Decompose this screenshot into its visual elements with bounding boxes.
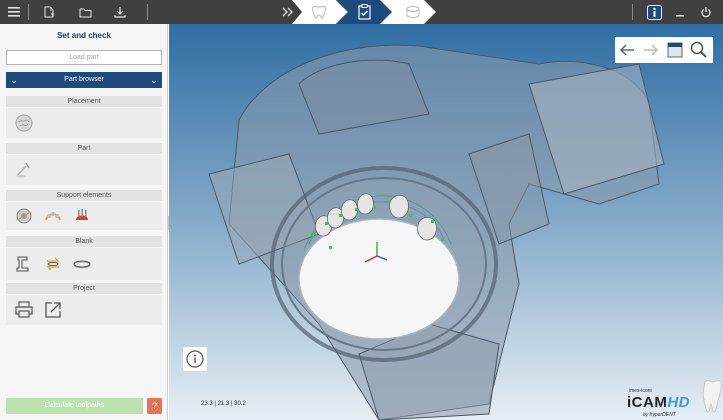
part-icon[interactable] — [14, 160, 34, 180]
toolbar-divider — [632, 4, 633, 20]
3d-viewport[interactable]: 23.3 | 21.3 | 30.2 imes-icore iCAMHD by … — [169, 24, 723, 420]
view-mode-icon[interactable] — [665, 40, 685, 60]
step-blank[interactable] — [380, 0, 436, 24]
swap-blank-icon[interactable] — [43, 254, 63, 274]
machine-icon[interactable] — [14, 254, 34, 274]
support-connector-icon[interactable] — [14, 206, 34, 226]
section-support-header: Support elements — [6, 190, 162, 201]
download-icon[interactable] — [112, 4, 128, 20]
calculate-toolpaths-button[interactable]: Calculate toolpaths — [6, 398, 143, 414]
brand-logo: imes-icore iCAMHD by hyperDENT — [619, 376, 723, 420]
export-icon[interactable] — [43, 300, 63, 320]
info-button[interactable] — [183, 347, 207, 371]
blank-model-render — [208, 44, 665, 420]
section-blank-header: Blank — [6, 236, 162, 247]
menu-icon[interactable] — [6, 4, 22, 20]
section-part-header: Part — [6, 143, 162, 154]
power-icon[interactable] — [698, 4, 714, 20]
section-part — [6, 155, 162, 185]
set-and-check-panel: Set and check Load part ⌄ Part browser ⌄… — [0, 24, 168, 420]
section-project — [6, 295, 162, 325]
print-icon[interactable] — [14, 300, 34, 320]
blank-disc-icon[interactable] — [72, 254, 92, 274]
section-project-header: Project — [6, 283, 162, 294]
minimize-icon[interactable] — [672, 4, 688, 20]
zoom-icon[interactable] — [689, 40, 709, 60]
support-bar-icon[interactable] — [43, 206, 63, 226]
chevron-down-icon: ⌄ — [150, 75, 158, 85]
open-folder-icon[interactable] — [77, 4, 93, 20]
section-placement-header: Placement — [6, 96, 162, 107]
toolbar-divider — [147, 4, 148, 20]
tooth-logo-icon — [702, 380, 722, 413]
arrow-right-icon[interactable] — [641, 40, 661, 60]
part-browser-label: Part browser — [64, 76, 104, 83]
help-button[interactable]: ? — [147, 398, 162, 414]
top-toolbar — [0, 0, 723, 24]
section-placement — [6, 108, 162, 138]
section-support — [6, 202, 162, 230]
support-pin-icon[interactable] — [72, 206, 92, 226]
part-browser-dropdown[interactable]: ⌄ Part browser ⌄ — [6, 72, 162, 88]
placement-icon[interactable] — [14, 113, 34, 133]
section-blank — [6, 248, 162, 280]
panel-title: Set and check — [57, 31, 111, 40]
brand-byline: by hyperDENT — [643, 412, 676, 418]
new-file-icon[interactable] — [41, 4, 57, 20]
view-toolbar — [615, 37, 713, 63]
info-icon[interactable] — [646, 4, 662, 20]
brand-name: iCAMHD — [627, 394, 690, 411]
chevron-down-icon: ⌄ — [10, 75, 18, 85]
load-part-button[interactable]: Load part — [6, 50, 162, 65]
toolbar-divider — [28, 4, 29, 20]
arrow-left-icon[interactable] — [617, 40, 637, 60]
info-circle-icon — [186, 350, 204, 368]
coordinate-readout: 23.3 | 21.3 | 30.2 — [201, 401, 246, 407]
